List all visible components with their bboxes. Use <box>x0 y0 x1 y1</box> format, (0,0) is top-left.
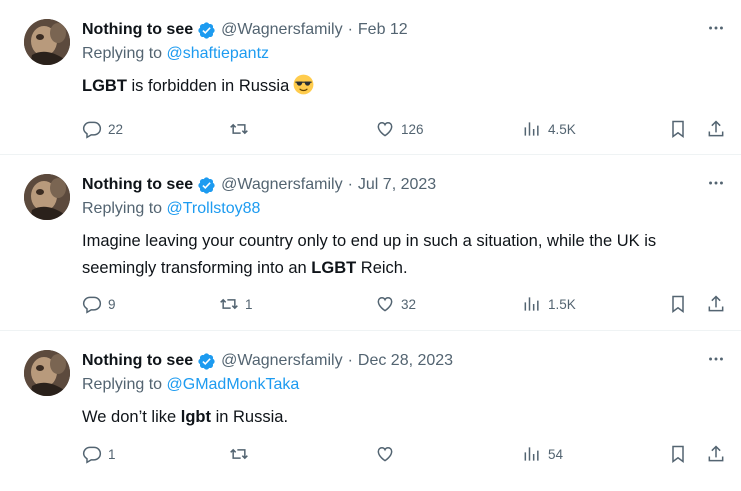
replying-to-line: Replying to @GMadMonkTaka <box>82 376 299 394</box>
bookmark-icon <box>672 445 684 463</box>
like-button[interactable] <box>375 442 401 466</box>
tweet-text-part: in Russia. <box>211 408 289 426</box>
replying-to-label: Replying to <box>82 376 163 393</box>
bookmark-button[interactable] <box>668 442 688 466</box>
avatar[interactable] <box>24 350 70 396</box>
tweet-header: Nothing to see @Wagnersfamily · Feb 12 <box>82 19 408 41</box>
reply-icon <box>82 121 102 139</box>
repost-button[interactable] <box>229 117 255 141</box>
share-button[interactable] <box>706 117 726 141</box>
like-icon <box>377 121 393 137</box>
repost-icon <box>230 448 248 460</box>
share-icon <box>708 295 724 312</box>
tweet-text-part: We don’t like <box>82 408 181 426</box>
tweet-date[interactable]: Dec 28, 2023 <box>358 352 453 370</box>
share-button[interactable] <box>706 442 726 466</box>
avatar[interactable] <box>24 174 70 220</box>
like-icon <box>377 296 393 312</box>
tweet[interactable]: Nothing to see @Wagnersfamily · Jul 7, 2… <box>0 155 741 331</box>
tweet-header: Nothing to see @Wagnersfamily · Dec 28, … <box>82 350 453 372</box>
like-icon <box>377 446 393 462</box>
reply-button[interactable]: 1 <box>82 442 116 466</box>
reply-button[interactable]: 9 <box>82 292 116 316</box>
like-count: 32 <box>401 296 417 312</box>
tweet-text: We don’t like lgbt in Russia. <box>82 404 712 431</box>
more-icon[interactable] <box>705 173 727 195</box>
tweet-text-bold: LGBT <box>311 259 357 277</box>
more-icon[interactable] <box>705 18 727 40</box>
like-button[interactable]: 126 <box>375 117 424 141</box>
replying-to-mention[interactable]: @Trollstoy88 <box>167 200 261 217</box>
avatar[interactable] <box>24 19 70 65</box>
reply-icon <box>82 446 102 464</box>
reply-button[interactable]: 22 <box>82 117 123 141</box>
bookmark-icon <box>672 295 684 313</box>
tweet-date[interactable]: Feb 12 <box>358 21 408 39</box>
tweet-text-part: is forbidden in Russia <box>126 77 290 95</box>
views-icon <box>524 447 539 461</box>
share-icon <box>708 120 724 137</box>
verified-badge-icon <box>198 352 215 370</box>
tweet-text-part: Reich. <box>356 259 408 277</box>
repost-button[interactable] <box>229 442 255 466</box>
reply-count: 1 <box>108 446 116 462</box>
sunglasses-emoji <box>293 74 314 95</box>
repost-icon <box>230 123 248 135</box>
reply-timeline: Nothing to see @Wagnersfamily · Feb 12 R… <box>0 0 741 491</box>
tweet-date[interactable]: Jul 7, 2023 <box>358 176 436 194</box>
separator-dot: · <box>347 176 353 193</box>
replying-to-mention[interactable]: @GMadMonkTaka <box>167 376 300 393</box>
tweet-text: LGBT is forbidden in Russia <box>82 73 712 100</box>
replying-to-label: Replying to <box>82 200 163 217</box>
reply-count: 9 <box>108 296 116 312</box>
share-icon <box>708 445 724 462</box>
repost-button[interactable]: 1 <box>219 292 253 316</box>
more-icon[interactable] <box>705 349 727 371</box>
bookmark-icon <box>672 120 684 138</box>
views-icon <box>524 122 539 136</box>
tweet-text-bold: LGBT <box>82 77 127 95</box>
user-handle[interactable]: @Wagnersfamily <box>221 352 342 370</box>
like-button[interactable]: 32 <box>375 292 416 316</box>
tweet-text-bold: lgbt <box>180 408 211 426</box>
display-name[interactable]: Nothing to see <box>82 176 193 194</box>
user-handle[interactable]: @Wagnersfamily <box>221 21 342 39</box>
display-name[interactable]: Nothing to see <box>82 352 193 370</box>
tweet[interactable]: Nothing to see @Wagnersfamily · Feb 12 R… <box>0 0 741 155</box>
replying-to-label: Replying to <box>82 45 163 62</box>
replying-to-line: Replying to @shaftiepantz <box>82 45 269 63</box>
share-button[interactable] <box>706 292 726 316</box>
verified-badge-icon <box>198 176 215 194</box>
tweet-text: Imagine leaving your country only to end… <box>82 228 712 282</box>
replying-to-mention[interactable]: @shaftiepantz <box>167 45 270 62</box>
views-count: 1.5K <box>548 296 576 312</box>
views-count: 54 <box>548 446 564 462</box>
separator-dot: · <box>347 352 353 369</box>
views-icon <box>524 297 539 311</box>
bookmark-button[interactable] <box>668 292 688 316</box>
views-count: 4.5K <box>548 121 576 137</box>
action-bar: 22 126 4.5K <box>82 117 732 141</box>
user-handle[interactable]: @Wagnersfamily <box>221 176 342 194</box>
bookmark-button[interactable] <box>668 117 688 141</box>
action-bar: 1 54 <box>82 442 732 466</box>
display-name[interactable]: Nothing to see <box>82 21 193 39</box>
verified-badge-icon <box>198 21 215 39</box>
views-button[interactable]: 4.5K <box>522 117 576 141</box>
tweet[interactable]: Nothing to see @Wagnersfamily · Dec 28, … <box>0 331 741 491</box>
repost-count: 1 <box>245 296 253 312</box>
repost-icon <box>220 298 238 310</box>
like-count: 126 <box>401 121 424 137</box>
replying-to-line: Replying to @Trollstoy88 <box>82 200 260 218</box>
reply-count: 22 <box>108 121 124 137</box>
views-button[interactable]: 1.5K <box>522 292 576 316</box>
separator-dot: · <box>347 21 353 38</box>
reply-icon <box>82 296 102 314</box>
views-button[interactable]: 54 <box>522 442 563 466</box>
action-bar: 9 1 32 1.5K <box>82 292 732 316</box>
tweet-header: Nothing to see @Wagnersfamily · Jul 7, 2… <box>82 174 436 196</box>
